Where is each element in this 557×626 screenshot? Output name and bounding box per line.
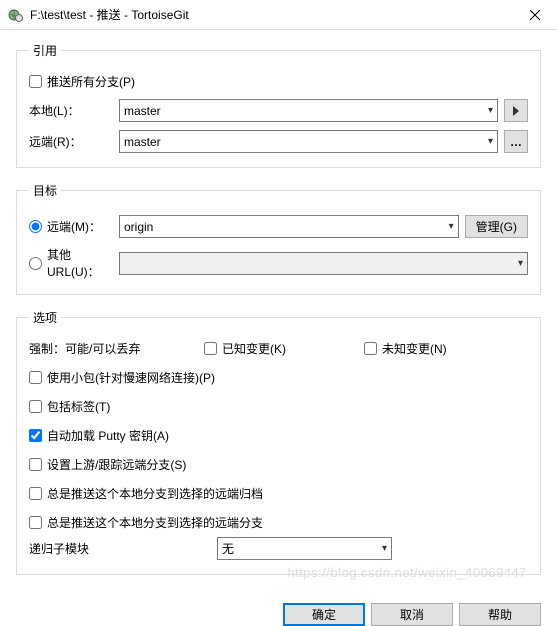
unknown-changes-label: 未知变更(N) bbox=[382, 340, 447, 357]
include-tags-label: 包括标签(T) bbox=[47, 398, 110, 415]
help-button[interactable]: 帮助 bbox=[459, 603, 541, 626]
push-all-branches-checkbox[interactable]: 推送所有分支(P) bbox=[29, 73, 135, 90]
chevron-down-icon: ▾ bbox=[488, 105, 493, 116]
always-push-branch-label: 总是推送这个本地分支到选择的远端分支 bbox=[47, 514, 263, 531]
push-all-branches-label: 推送所有分支(P) bbox=[47, 73, 135, 90]
close-button[interactable] bbox=[512, 0, 557, 29]
help-button-label: 帮助 bbox=[488, 606, 512, 623]
remote-branch-combo[interactable]: master ▾ bbox=[119, 130, 498, 153]
cancel-button[interactable]: 取消 bbox=[371, 603, 453, 626]
title-bar: F:\test\test - 推送 - TortoiseGit bbox=[0, 0, 557, 30]
thin-pack-checkbox[interactable]: 使用小包(针对慢速网络连接)(P) bbox=[29, 369, 215, 386]
dest-url-radio-input[interactable] bbox=[29, 257, 42, 270]
dest-remote-radio-input[interactable] bbox=[29, 220, 42, 233]
autoload-putty-input[interactable] bbox=[29, 429, 42, 442]
cancel-button-label: 取消 bbox=[400, 606, 424, 623]
always-push-archive-label: 总是推送这个本地分支到选择的远端归档 bbox=[47, 485, 263, 502]
remote-browse-button[interactable]: … bbox=[504, 130, 528, 153]
options-group: 选项 强制：可能/可以丢弃 已知变更(K) 未知变更(N) 使用小包(针对慢速网… bbox=[16, 309, 541, 575]
manage-button[interactable]: 管理(G) bbox=[465, 215, 528, 238]
thin-pack-label: 使用小包(针对慢速网络连接)(P) bbox=[47, 369, 215, 386]
ref-legend: 引用 bbox=[29, 42, 61, 59]
known-changes-label: 已知变更(K) bbox=[222, 340, 286, 357]
always-push-branch-checkbox[interactable]: 总是推送这个本地分支到选择的远端分支 bbox=[29, 514, 263, 531]
always-push-branch-input[interactable] bbox=[29, 516, 42, 529]
recurse-sub-label: 递归子模块 bbox=[29, 540, 217, 557]
chevron-down-icon: ▾ bbox=[382, 543, 387, 554]
include-tags-checkbox[interactable]: 包括标签(T) bbox=[29, 398, 110, 415]
recurse-sub-value: 无 bbox=[222, 540, 234, 557]
dest-remote-radio[interactable]: 远端(M)： bbox=[29, 218, 101, 235]
push-all-branches-input[interactable] bbox=[29, 75, 42, 88]
dest-url-radio-label: 其他URL(U)： bbox=[47, 246, 119, 280]
always-push-archive-input[interactable] bbox=[29, 487, 42, 500]
dest-remote-combo[interactable]: origin ▾ bbox=[119, 215, 459, 238]
dest-url-combo[interactable]: ▾ bbox=[119, 252, 528, 275]
dialog-footer: 确定 取消 帮助 bbox=[0, 603, 557, 626]
autoload-putty-label: 自动加载 Putty 密钥(A) bbox=[47, 427, 169, 444]
dest-remote-value: origin bbox=[124, 220, 153, 234]
ok-button[interactable]: 确定 bbox=[283, 603, 365, 626]
local-branch-value: master bbox=[124, 104, 161, 118]
local-label: 本地(L)： bbox=[29, 102, 119, 119]
autoload-putty-checkbox[interactable]: 自动加载 Putty 密钥(A) bbox=[29, 427, 169, 444]
known-changes-input[interactable] bbox=[204, 342, 217, 355]
manage-button-label: 管理(G) bbox=[476, 218, 517, 235]
unknown-changes-checkbox[interactable]: 未知变更(N) bbox=[364, 340, 447, 357]
always-push-archive-checkbox[interactable]: 总是推送这个本地分支到选择的远端归档 bbox=[29, 485, 263, 502]
chevron-down-icon: ▾ bbox=[488, 136, 493, 147]
options-legend: 选项 bbox=[29, 309, 61, 326]
unknown-changes-input[interactable] bbox=[364, 342, 377, 355]
known-changes-checkbox[interactable]: 已知变更(K) bbox=[204, 340, 364, 357]
dest-url-radio[interactable]: 其他URL(U)： bbox=[29, 246, 119, 280]
dest-remote-radio-label: 远端(M)： bbox=[47, 218, 101, 235]
local-next-button[interactable] bbox=[504, 99, 528, 122]
dest-group: 目标 远端(M)： origin ▾ 管理(G) 其他URL(U)： bbox=[16, 182, 541, 295]
ref-group: 引用 推送所有分支(P) 本地(L)： master ▾ 远端(R)： mast… bbox=[16, 42, 541, 168]
dest-legend: 目标 bbox=[29, 182, 61, 199]
chevron-down-icon: ▾ bbox=[449, 221, 454, 232]
remote-branch-value: master bbox=[124, 135, 161, 149]
ok-button-label: 确定 bbox=[312, 606, 336, 623]
local-branch-combo[interactable]: master ▾ bbox=[119, 99, 498, 122]
include-tags-input[interactable] bbox=[29, 400, 42, 413]
set-upstream-label: 设置上游/跟踪远端分支(S) bbox=[47, 456, 186, 473]
app-icon bbox=[8, 7, 24, 23]
set-upstream-input[interactable] bbox=[29, 458, 42, 471]
force-label: 强制：可能/可以丢弃 bbox=[29, 340, 204, 357]
chevron-down-icon: ▾ bbox=[518, 258, 523, 269]
remote-ref-label: 远端(R)： bbox=[29, 133, 119, 150]
recurse-sub-combo[interactable]: 无 ▾ bbox=[217, 537, 392, 560]
set-upstream-checkbox[interactable]: 设置上游/跟踪远端分支(S) bbox=[29, 456, 186, 473]
thin-pack-input[interactable] bbox=[29, 371, 42, 384]
window-title: F:\test\test - 推送 - TortoiseGit bbox=[30, 6, 512, 23]
